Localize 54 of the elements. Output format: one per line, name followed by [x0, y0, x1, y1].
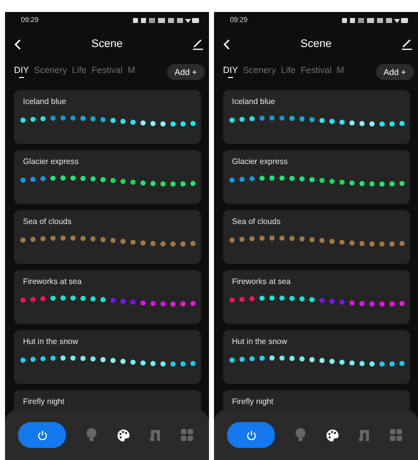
scene-card[interactable]: Glacier express — [223, 150, 410, 204]
power-button[interactable] — [18, 422, 66, 448]
scene-name: Firefly night — [23, 397, 66, 406]
scene-name: Fireworks at sea — [232, 277, 292, 286]
scene-name: Sea of clouds — [23, 217, 72, 226]
scene-name: Sea of clouds — [232, 217, 282, 226]
scene-name: Hut in the snow — [232, 337, 288, 346]
palette-icon[interactable] — [116, 428, 130, 442]
scene-card[interactable]: Sea of clouds — [14, 210, 201, 264]
scene-card[interactable]: Hut in the snow — [14, 330, 201, 384]
scene-card[interactable]: Fireworks at sea — [223, 270, 410, 324]
grid-icon[interactable] — [181, 429, 193, 441]
scene-name: Glacier express — [232, 157, 289, 166]
category-tab[interactable]: Life — [281, 65, 296, 78]
scene-card[interactable]: Iceland blue — [223, 90, 410, 144]
add-button[interactable]: Add + — [376, 64, 414, 80]
category-tab[interactable]: Scenery — [34, 65, 68, 78]
screen-title: Scene — [91, 38, 123, 50]
power-button[interactable] — [227, 422, 275, 448]
status-icons-drawing — [342, 17, 408, 24]
category-tab[interactable]: M — [336, 65, 344, 78]
scene-card[interactable]: Firefly night — [14, 390, 201, 410]
category-tab[interactable]: M — [128, 65, 136, 78]
edit-icon[interactable] — [402, 38, 412, 50]
scene-card[interactable]: Hut in the snow — [223, 330, 410, 384]
bulb-icon[interactable] — [86, 428, 97, 442]
category-tab[interactable]: Festival — [92, 65, 123, 78]
scene-name: Firefly night — [232, 397, 274, 406]
category-tab[interactable]: Festival — [300, 65, 332, 78]
scene-card[interactable]: Sea of clouds — [223, 210, 410, 264]
category-tab[interactable]: Scenery — [243, 65, 276, 78]
category-tab[interactable]: Life — [72, 65, 87, 78]
scene-name: Iceland blue — [23, 97, 68, 106]
scene-card[interactable]: Firefly night — [223, 390, 410, 410]
category-tab[interactable]: DIY — [14, 65, 30, 78]
grid-icon[interactable] — [390, 429, 402, 441]
scene-card[interactable]: Fireworks at sea — [14, 270, 201, 324]
category-tab[interactable]: DIY — [223, 65, 238, 78]
screen-title: Scene — [300, 38, 332, 50]
status-icons-drawing — [133, 17, 199, 24]
scene-name: Iceland blue — [232, 97, 276, 106]
power-icon — [36, 430, 48, 440]
back-icon[interactable] — [14, 38, 21, 50]
scene-name: Glacier express — [23, 157, 80, 166]
palette-icon[interactable] — [326, 428, 338, 442]
bulb-icon[interactable] — [294, 428, 306, 442]
add-button[interactable]: Add + — [166, 64, 205, 80]
power-icon — [246, 430, 256, 440]
edit-icon[interactable] — [192, 38, 203, 50]
scene-name: Fireworks at sea — [23, 277, 83, 286]
scene-name: Hut in the snow — [23, 337, 80, 346]
scene-card[interactable]: Iceland blue — [14, 90, 201, 144]
scene-card[interactable]: Glacier express — [14, 150, 201, 204]
back-icon[interactable] — [223, 38, 230, 50]
